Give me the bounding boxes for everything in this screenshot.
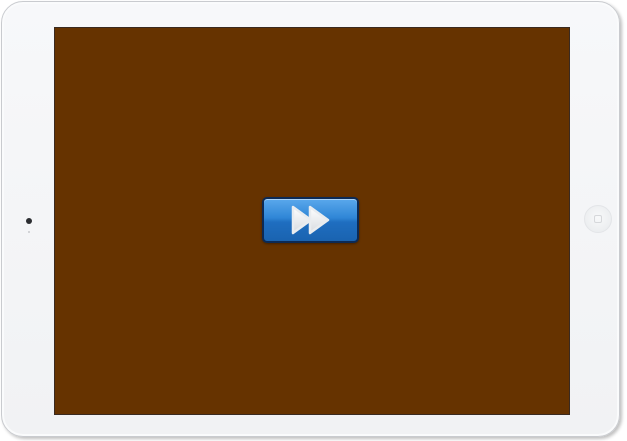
front-camera	[26, 218, 32, 224]
home-button[interactable]	[584, 205, 612, 233]
home-square-icon	[594, 215, 602, 223]
fast-forward-button[interactable]	[262, 197, 359, 243]
ambient-light-sensor	[28, 231, 30, 233]
fast-forward-icon	[291, 205, 329, 235]
